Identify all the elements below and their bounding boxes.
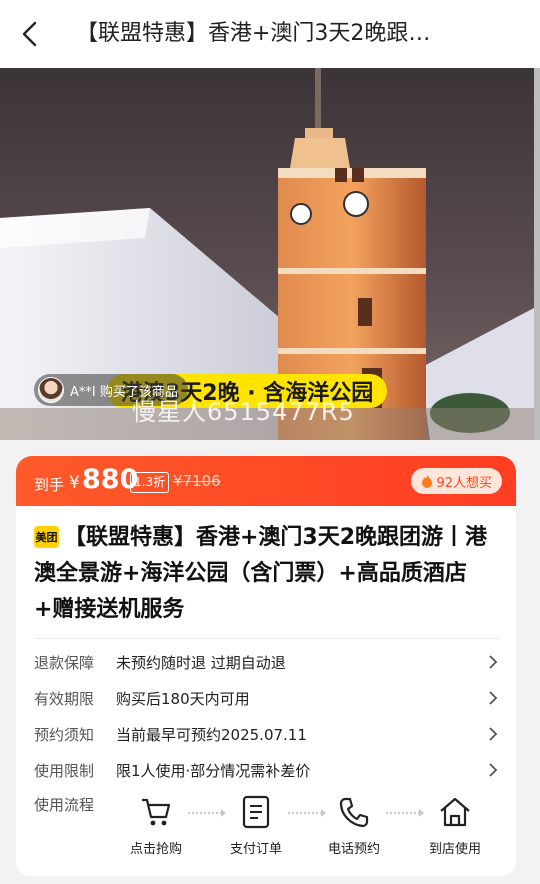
info-label: 有效期限 <box>34 689 95 708</box>
price-currency: ¥ <box>69 473 80 493</box>
info-value: 未预约随时退 过期自动退 <box>116 653 286 672</box>
chevron-right-icon <box>489 655 498 669</box>
price-bar: 到手 ¥ 880 1.3折 ¥7106 92人想买 <box>16 456 516 506</box>
info-label: 退款保障 <box>34 653 95 672</box>
product-title: 【联盟特惠】香港+澳门3天2晚跟团游丨港澳全景游+海洋公园（含门票）+高品质酒店… <box>34 525 488 622</box>
cart-icon <box>142 798 171 826</box>
info-value: 当前最早可预约2025.07.11 <box>116 725 307 744</box>
price-label: 到手 <box>34 476 65 494</box>
home-icon <box>440 797 470 827</box>
flow-label: 使用流程 <box>34 796 95 814</box>
flow-step-label: 到店使用 <box>428 842 481 857</box>
flow-step-label: 支付订单 <box>229 842 282 857</box>
chevron-right-icon <box>489 763 498 777</box>
hero-scroll-strip <box>534 68 540 440</box>
flow-step-buy[interactable]: 点击抢购 <box>116 792 196 857</box>
info-value: 购买后180天内可用 <box>116 689 250 708</box>
chevron-right-icon <box>489 727 498 741</box>
discount-tag: 1.3折 <box>130 472 170 493</box>
phone-icon <box>339 797 369 828</box>
info-value: 限1人使用·部分情况需补差价 <box>116 761 311 780</box>
info-row-refund[interactable]: 退款保障 未预约随时退 过期自动退 <box>34 644 500 680</box>
document-icon <box>242 795 270 829</box>
chevron-left-icon <box>22 21 37 47</box>
top-nav-bar: 【联盟特惠】香港+澳门3天2晚跟… <box>0 0 540 68</box>
flow-step-label: 电话预约 <box>327 842 380 857</box>
info-row-validity[interactable]: 有效期限 购买后180天内可用 <box>34 680 500 716</box>
info-row-booking[interactable]: 预约须知 当前最早可预约2025.07.11 <box>34 716 500 752</box>
back-button[interactable] <box>10 14 50 54</box>
info-label: 预约须知 <box>34 725 95 744</box>
want-count-badge: 92人想买 <box>411 468 502 494</box>
fire-icon <box>422 474 433 488</box>
page-title: 【联盟特惠】香港+澳门3天2晚跟… <box>76 21 431 46</box>
flow-step-phone[interactable]: 电话预约 <box>314 792 394 857</box>
product-card: 美团 【联盟特惠】香港+澳门3天2晚跟团游丨港澳全景游+海洋公园（含门票）+高品… <box>16 506 516 876</box>
info-row-restriction[interactable]: 使用限制 限1人使用·部分情况需补差价 <box>34 752 500 788</box>
original-price: ¥7106 <box>173 472 221 490</box>
want-count-text: 92人想买 <box>436 475 492 491</box>
flow-step-visit[interactable]: 到店使用 <box>415 792 495 857</box>
divider <box>34 638 500 639</box>
flow-step-label: 点击抢购 <box>129 842 182 857</box>
flow-step-pay[interactable]: 支付订单 <box>216 792 296 857</box>
avatar <box>38 377 64 403</box>
info-label: 使用限制 <box>34 761 95 780</box>
chevron-right-icon <box>489 691 498 705</box>
watermark: 慢星人6515477R5 <box>132 398 355 426</box>
